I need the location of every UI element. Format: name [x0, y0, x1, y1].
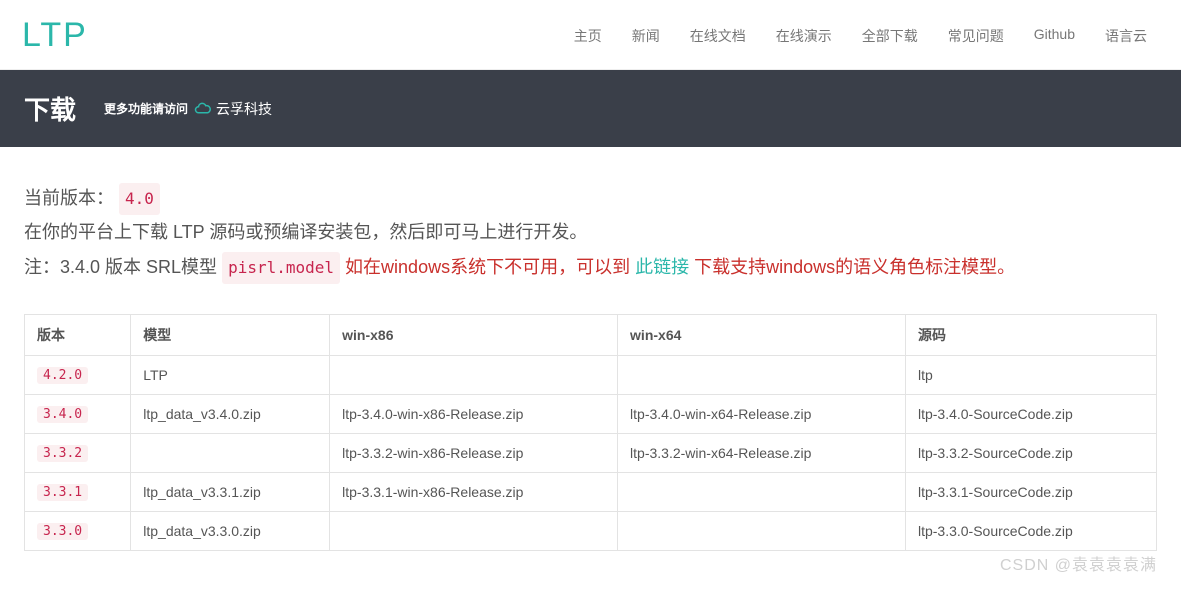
cell-source[interactable]: ltp-3.3.2-SourceCode.zip	[905, 433, 1156, 472]
content-area: 当前版本： 4.0 在你的平台上下载 LTP 源码或预编译安装包，然后即可马上进…	[0, 147, 1181, 314]
col-version: 版本	[25, 314, 131, 355]
col-model: 模型	[131, 314, 330, 355]
srl-note-middle: 如在windows系统下不可用，可以到	[345, 257, 635, 277]
srl-note-prefix: 注：3.4.0 版本 SRL模型	[24, 257, 222, 277]
srl-note: 注：3.4.0 版本 SRL模型 pisrl.model 如在windows系统…	[24, 250, 1157, 284]
cell-win-x64[interactable]: ltp-3.4.0-win-x64-Release.zip	[618, 394, 906, 433]
current-version-value: 4.0	[119, 183, 160, 215]
nav-news[interactable]: 新闻	[632, 26, 660, 46]
partner-name: 云孚科技	[216, 99, 272, 119]
table-row: 4.2.0 LTP ltp	[25, 355, 1157, 394]
col-win-x64: win-x64	[618, 314, 906, 355]
cell-version: 3.3.2	[25, 433, 131, 472]
srl-note-suffix: 下载支持windows的语义角色标注模型。	[694, 257, 1015, 277]
table-row: 3.4.0 ltp_data_v3.4.0.zipltp-3.4.0-win-x8…	[25, 394, 1157, 433]
cloud-icon	[194, 102, 212, 116]
partner-link[interactable]: 云孚科技	[194, 99, 272, 119]
cell-source[interactable]: ltp	[905, 355, 1156, 394]
nav-github[interactable]: Github	[1034, 26, 1075, 46]
primary-nav: 主页 新闻 在线文档 在线演示 全部下载 常见问题 Github 语言云	[574, 26, 1147, 46]
more-features-label: 更多功能请访问	[104, 100, 188, 117]
table-row: 3.3.0 ltp_data_v3.3.0.zip ltp-3.3.0-Source…	[25, 511, 1157, 550]
srl-model-name: pisrl.model	[222, 252, 340, 284]
cell-source[interactable]: ltp-3.3.0-SourceCode.zip	[905, 511, 1156, 550]
current-version-label: 当前版本：	[24, 188, 114, 208]
cell-version: 4.2.0	[25, 355, 131, 394]
table-row: 3.3.2ltp-3.3.2-win-x86-Release.zipltp-3.…	[25, 433, 1157, 472]
page-title: 下载	[24, 90, 76, 127]
nav-download[interactable]: 全部下载	[862, 26, 918, 46]
cell-win-x64[interactable]: ltp-3.3.2-win-x64-Release.zip	[618, 433, 906, 472]
table-header-row: 版本 模型 win-x86 win-x64 源码	[25, 314, 1157, 355]
version-chip: 3.4.0	[37, 406, 88, 423]
download-instruction: 在你的平台上下载 LTP 源码或预编译安装包，然后即可马上进行开发。	[24, 215, 1157, 249]
table-row: 3.3.1 ltp_data_v3.3.1.zipltp-3.3.1-win-x8…	[25, 472, 1157, 511]
downloads-table: 版本 模型 win-x86 win-x64 源码 4.2.0LTPltp3.4.…	[24, 314, 1157, 551]
col-source: 源码	[905, 314, 1156, 355]
cell-model[interactable]: LTP	[131, 355, 330, 394]
cell-win-x86	[330, 511, 618, 550]
nav-langcloud[interactable]: 语言云	[1105, 26, 1147, 46]
page-title-bar: 下载 更多功能请访问 云孚科技	[0, 70, 1181, 147]
version-chip: 4.2.0	[37, 367, 88, 384]
version-chip: 3.3.0	[37, 523, 88, 540]
srl-download-link[interactable]: 此链接	[635, 257, 689, 277]
downloads-table-wrap: 版本 模型 win-x86 win-x64 源码 4.2.0LTPltp3.4.…	[0, 314, 1181, 591]
nav-home[interactable]: 主页	[574, 26, 602, 46]
cell-version: 3.3.1	[25, 472, 131, 511]
cell-source[interactable]: ltp-3.4.0-SourceCode.zip	[905, 394, 1156, 433]
more-features-text: 更多功能请访问 云孚科技	[104, 99, 272, 119]
col-win-x86: win-x86	[330, 314, 618, 355]
cell-win-x64	[618, 511, 906, 550]
cell-win-x86[interactable]: ltp-3.4.0-win-x86-Release.zip	[330, 394, 618, 433]
nav-demo[interactable]: 在线演示	[776, 26, 832, 46]
cell-source[interactable]: ltp-3.3.1-SourceCode.zip	[905, 472, 1156, 511]
cell-win-x86[interactable]: ltp-3.3.1-win-x86-Release.zip	[330, 472, 618, 511]
current-version-line: 当前版本： 4.0	[24, 181, 1157, 215]
cell-version: 3.4.0	[25, 394, 131, 433]
cell-version: 3.3.0	[25, 511, 131, 550]
cell-win-x64	[618, 355, 906, 394]
cell-model[interactable]: ltp_data_v3.3.1.zip	[131, 472, 330, 511]
site-logo[interactable]: LTP	[22, 16, 88, 55]
version-chip: 3.3.1	[37, 484, 88, 501]
cell-model	[131, 433, 330, 472]
cell-model[interactable]: ltp_data_v3.4.0.zip	[131, 394, 330, 433]
cell-model[interactable]: ltp_data_v3.3.0.zip	[131, 511, 330, 550]
nav-docs[interactable]: 在线文档	[690, 26, 746, 46]
cell-win-x86	[330, 355, 618, 394]
nav-faq[interactable]: 常见问题	[948, 26, 1004, 46]
cell-win-x64	[618, 472, 906, 511]
site-header: LTP 主页 新闻 在线文档 在线演示 全部下载 常见问题 Github 语言云	[0, 0, 1181, 70]
version-chip: 3.3.2	[37, 445, 88, 462]
cell-win-x86[interactable]: ltp-3.3.2-win-x86-Release.zip	[330, 433, 618, 472]
